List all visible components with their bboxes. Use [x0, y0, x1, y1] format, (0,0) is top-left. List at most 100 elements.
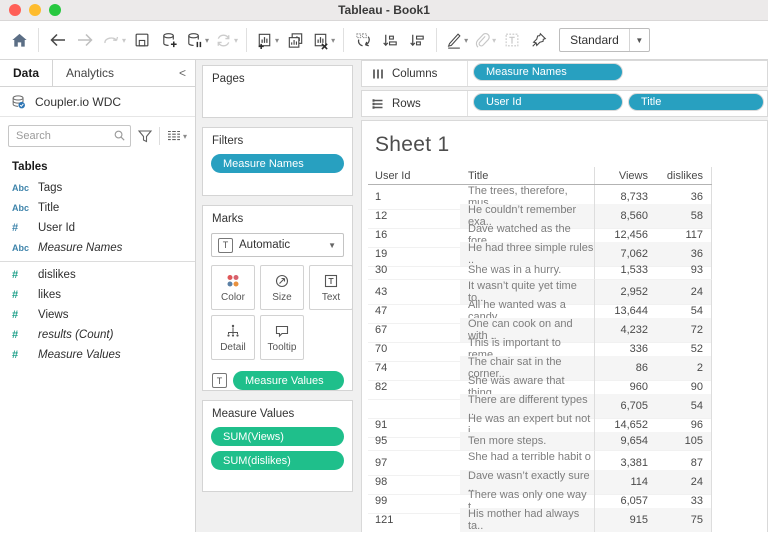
new-worksheet-button[interactable]: ▾ — [253, 25, 281, 55]
filters-card[interactable]: Filters Measure Names — [202, 127, 353, 196]
duplicate-sheet-icon — [286, 31, 305, 50]
field-item-title[interactable]: AbcTitle — [0, 198, 195, 218]
collapse-pane-icon[interactable]: < — [170, 60, 195, 86]
table-row[interactable]: 30She was in a hurry.1,53393 — [368, 261, 712, 280]
view-options-caret[interactable]: ▾ — [183, 132, 187, 141]
table-row[interactable]: 70This is important to reme..33652 — [368, 337, 712, 356]
text-type-icon: Abc — [12, 203, 38, 213]
rows-pill-title[interactable]: Title — [628, 93, 764, 111]
table-row[interactable]: 99There was only one way t..6,05733 — [368, 489, 712, 508]
attach-dropdown-caret[interactable]: ▾ — [492, 36, 496, 45]
home-button[interactable] — [6, 25, 32, 55]
forward-button[interactable] — [72, 25, 98, 55]
table-row[interactable]: 82She was aware that thing..96090 — [368, 375, 712, 394]
attach-button[interactable]: ▾ — [471, 25, 498, 55]
sort-ascending-button[interactable] — [377, 25, 403, 55]
column-header-dislikes[interactable]: dislikes — [656, 167, 712, 184]
table-row[interactable]: 95Ten more steps.9,654105 — [368, 432, 712, 451]
mark-type-caret[interactable]: ▼ — [321, 241, 343, 250]
filter-fields-button[interactable] — [135, 126, 155, 146]
save-button[interactable] — [129, 25, 155, 55]
cell-dislikes: 75 — [656, 508, 712, 532]
number-type-icon: # — [12, 222, 38, 234]
column-header-views[interactable]: Views — [594, 167, 656, 184]
text-table: User IdTitleViewsdislikes1The trees, the… — [368, 167, 712, 527]
table-row[interactable]: 74The chair sat in the corner..862 — [368, 356, 712, 375]
pause-auto-updates-button[interactable]: ▾ — [183, 25, 211, 55]
table-row[interactable]: 47All he wanted was a candy..13,64454 — [368, 299, 712, 318]
rows-shelf-label: Rows — [392, 98, 421, 110]
highlight-dropdown-caret[interactable]: ▾ — [464, 36, 468, 45]
fix-axes-button[interactable] — [526, 25, 552, 55]
table-row[interactable]: 43It wasn’t quite yet time to..2,95224 — [368, 280, 712, 299]
field-item-user-id[interactable]: #User Id — [0, 218, 195, 238]
text-button[interactable]: Text — [309, 265, 353, 310]
columns-shelf[interactable]: Columns Measure Names — [361, 60, 768, 87]
table-row[interactable]: 19He had three simple rules ..7,06236 — [368, 242, 712, 261]
table-row[interactable]: 98Dave wasn’t exactly sure ..11424 — [368, 470, 712, 489]
refresh-dropdown-caret[interactable]: ▾ — [234, 36, 238, 45]
view-options-button[interactable]: ▾ — [164, 126, 189, 146]
filter-pill-measure-names[interactable]: Measure Names — [211, 154, 344, 173]
data-source-name: Coupler.io WDC — [35, 95, 121, 109]
clear-sheet-dropdown-caret[interactable]: ▾ — [331, 36, 335, 45]
mark-type-dropdown[interactable]: T Automatic ▼ — [211, 233, 344, 257]
tab-analytics[interactable]: Analytics — [53, 60, 127, 86]
pause-dropdown-caret[interactable]: ▾ — [205, 36, 209, 45]
table-row[interactable]: 12He couldn’t remember exa..8,56058 — [368, 204, 712, 223]
table-row[interactable]: 16Dave watched as the fore..12,456117 — [368, 223, 712, 242]
text-encoding-icon: T — [212, 373, 227, 388]
redo-dropdown-caret[interactable]: ▾ — [122, 36, 126, 45]
field-item-results-count-[interactable]: #results (Count) — [0, 325, 195, 345]
fit-mode-caret[interactable]: ▼ — [629, 29, 649, 51]
sort-descending-button[interactable] — [404, 25, 430, 55]
field-item-measure-values[interactable]: #Measure Values — [0, 345, 195, 365]
sheet-title: Sheet 1 — [362, 121, 767, 157]
table-row[interactable]: 121His mother had always ta..91575 — [368, 508, 712, 527]
rows-pill-user-id[interactable]: User Id — [473, 93, 623, 111]
rows-shelf[interactable]: Rows User Id Title — [361, 90, 768, 117]
worksheet-canvas[interactable]: Sheet 1 User IdTitleViewsdislikes1The tr… — [361, 120, 768, 532]
size-button[interactable]: Size — [260, 265, 304, 310]
field-item-views[interactable]: #Views — [0, 305, 195, 325]
swap-rows-columns-button[interactable] — [350, 25, 376, 55]
highlight-button[interactable]: ▾ — [443, 25, 470, 55]
duplicate-sheet-button[interactable] — [282, 25, 308, 55]
search-icon — [112, 128, 127, 143]
redo-button[interactable]: ▾ — [99, 25, 128, 55]
refresh-button[interactable]: ▾ — [212, 25, 240, 55]
field-item-tags[interactable]: AbcTags — [0, 178, 195, 198]
measure-values-pill-sum-dislikes-[interactable]: SUM(dislikes) — [211, 451, 344, 470]
color-button-label: Color — [221, 292, 245, 303]
clear-sheet-button[interactable]: ▾ — [309, 25, 337, 55]
measure-values-card: Measure Values SUM(Views)SUM(dislikes) — [202, 400, 353, 492]
new-data-source-button[interactable] — [156, 25, 182, 55]
tooltip-button[interactable]: Tooltip — [260, 315, 304, 360]
measure-values-pill-sum-views-[interactable]: SUM(Views) — [211, 427, 344, 446]
table-row[interactable]: 67One can cook on and with ..4,23272 — [368, 318, 712, 337]
column-header-title[interactable]: Title — [460, 167, 594, 184]
pages-card-title: Pages — [203, 66, 352, 85]
color-button[interactable]: Color — [211, 265, 255, 310]
detail-button[interactable]: Detail — [211, 315, 255, 360]
pages-card[interactable]: Pages — [202, 65, 353, 118]
table-row[interactable]: 1The trees, therefore, mus..8,73336 — [368, 185, 712, 204]
data-source-item[interactable]: Coupler.io WDC — [0, 87, 195, 117]
back-button[interactable] — [45, 25, 71, 55]
fit-mode-select[interactable]: Standard ▼ — [559, 28, 650, 52]
tab-data[interactable]: Data — [0, 60, 53, 86]
annotation-textbox-button[interactable] — [499, 25, 525, 55]
field-item-likes[interactable]: #likes — [0, 285, 195, 305]
toolbar: ▾ ▾ ▾ ▾ ▾ ▾ ▾ — [0, 21, 768, 60]
new-worksheet-icon — [255, 31, 274, 50]
table-row[interactable]: 91He was an expert but not i..14,65296 — [368, 413, 712, 432]
new-worksheet-dropdown-caret[interactable]: ▾ — [275, 36, 279, 45]
table-row[interactable]: 97She had a terrible habit o ..3,38187 — [368, 451, 712, 470]
field-item-measure-names[interactable]: AbcMeasure Names — [0, 238, 195, 258]
field-item-dislikes[interactable]: #dislikes — [0, 265, 195, 285]
field-label: Views — [38, 309, 68, 321]
pill-measure-values[interactable]: Measure Values — [233, 371, 344, 390]
table-row[interactable]: There are different types ..6,70554 — [368, 394, 712, 413]
column-header-user-id[interactable]: User Id — [368, 167, 460, 184]
columns-pill-measure-names[interactable]: Measure Names — [473, 63, 623, 81]
